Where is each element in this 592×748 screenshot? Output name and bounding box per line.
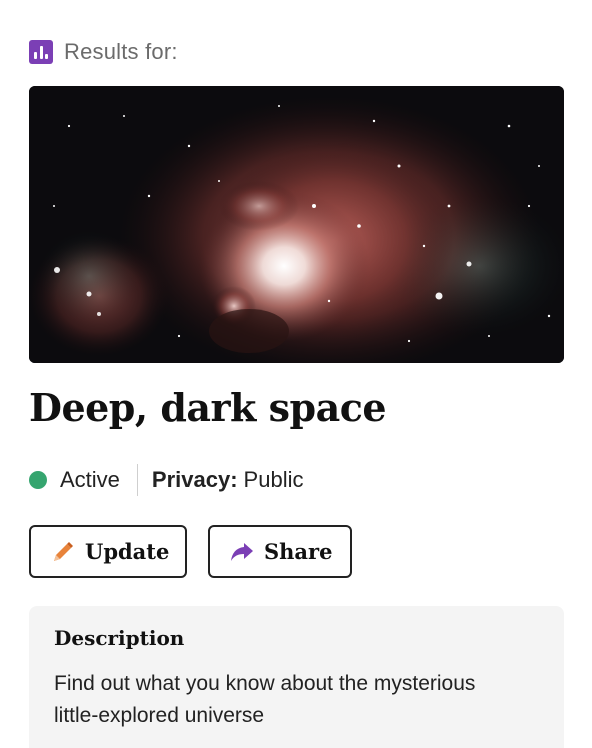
pencil-icon — [50, 539, 76, 565]
status-label: Active — [60, 467, 120, 492]
page-title: Deep, dark space — [29, 385, 387, 430]
results-label: Results for: — [64, 39, 178, 64]
status-indicator-icon — [29, 471, 47, 489]
update-button[interactable]: Update — [29, 525, 187, 578]
privacy-key-label: Privacy: — [151, 467, 238, 492]
share-button-label: Share — [264, 539, 333, 564]
description-card: Description Find out what you know about… — [29, 606, 564, 748]
update-button-label: Update — [85, 539, 170, 564]
description-text: Find out what you know about the mysteri… — [54, 672, 476, 727]
status-divider — [136, 464, 138, 496]
results-page: Results for: Deep, dark space Active Pri… — [0, 0, 592, 748]
share-button[interactable]: Share — [208, 525, 352, 578]
description-heading: Description — [54, 626, 185, 650]
nebula-image — [29, 86, 564, 363]
results-header: Results for: — [29, 37, 178, 67]
bar-chart-icon — [29, 40, 53, 64]
status-row: Active Privacy: Public — [29, 463, 303, 497]
privacy-value: Public — [243, 467, 304, 492]
share-arrow-icon — [229, 539, 255, 565]
